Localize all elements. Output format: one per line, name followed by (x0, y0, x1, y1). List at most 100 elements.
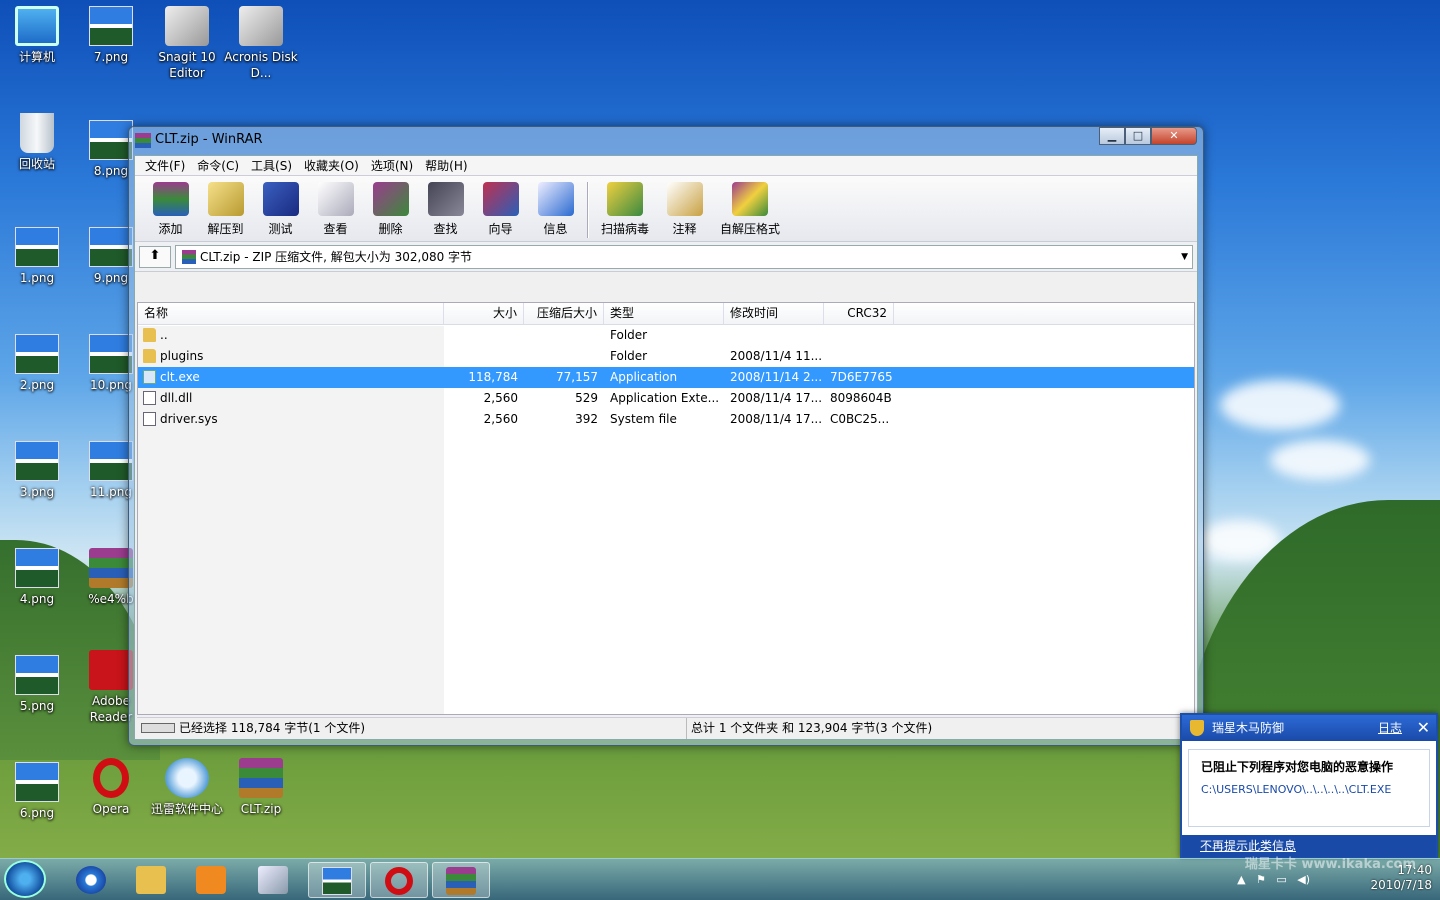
watermark: 瑞星卡卡 www.ikaka.com (1244, 857, 1416, 872)
desktop-icon[interactable]: 5.png (0, 655, 74, 714)
snagit-taskbar-button[interactable] (244, 862, 302, 898)
menu-item[interactable]: 文件(F) (139, 157, 191, 174)
cell-name: clt.exe (160, 370, 200, 384)
add-icon (152, 182, 189, 216)
drive-icon (141, 723, 175, 733)
ie-taskbar-button[interactable] (62, 862, 120, 898)
toolbar-button-label: 测试 (268, 222, 293, 236)
cell-type: Folder (610, 328, 648, 342)
chevron-down-icon[interactable]: ▼ (1181, 246, 1188, 268)
desktop-icon-label: Acronis Disk D... (224, 50, 298, 80)
column-header-item[interactable]: 修改时间 (724, 303, 824, 324)
desktop-icon[interactable]: 2.png (0, 334, 74, 393)
winrar-window[interactable]: CLT.zip - WinRAR ▁ □ ✕ 文件(F) 命令(C) 工具(S) 收藏… (128, 126, 1204, 746)
desktop-icon[interactable]: 计算机 (0, 6, 74, 65)
winrar-taskbar-button[interactable] (432, 862, 490, 898)
desktop-icon[interactable]: 6.png (0, 762, 74, 821)
rar-icon (89, 548, 133, 588)
menu-item[interactable]: 工具(S) (245, 157, 298, 174)
desktop-icon[interactable]: Opera (74, 758, 148, 817)
toolbar-button[interactable]: 信息 (528, 180, 583, 241)
desktop-icon-label: 7.png (93, 50, 129, 64)
picture-icon (322, 867, 352, 895)
desktop-icon[interactable]: 回收站 (0, 113, 74, 172)
column-header-item[interactable]: 大小 (444, 303, 524, 324)
desktop-icon[interactable]: 4.png (0, 548, 74, 607)
column-header-item[interactable]: CRC32 (824, 303, 894, 324)
column-header-item[interactable]: 压缩后大小 (524, 303, 604, 324)
menu-item[interactable]: 命令(C) (191, 157, 245, 174)
png-icon (15, 441, 59, 481)
file-list[interactable]: 名称 大小 压缩后大小 类型 修改时间 CRC32 .. Folder plugins Fold… (137, 302, 1195, 715)
test-icon (262, 182, 299, 216)
opera-taskbar-button[interactable] (370, 862, 428, 898)
file-row[interactable]: .. Folder (138, 325, 1194, 346)
winrar-icon (135, 133, 151, 148)
toolbar-button[interactable]: 注释 (657, 180, 712, 241)
status-selected: 已经选择 118,784 字节(1 个文件) (179, 721, 366, 735)
file-row[interactable]: driver.sys 2,560 392 System file 2008/11/4 1… (138, 409, 1194, 430)
menu-item[interactable]: 选项(N) (365, 157, 419, 174)
toolbar-button-label: 删除 (378, 222, 403, 236)
desktop-icon[interactable]: Snagit 10 Editor (150, 6, 224, 81)
toolbar-button[interactable]: 自解压格式 (712, 180, 788, 241)
desktop-icon-label: 4.png (19, 592, 55, 606)
toolbar-button[interactable]: 添加 (143, 180, 198, 241)
toolbar-button[interactable]: 测试 (253, 180, 308, 241)
address-box[interactable]: CLT.zip - ZIP 压缩文件, 解包大小为 302,080 字节 ▼ (175, 244, 1193, 269)
toolbar-button[interactable]: 扫描病毒 (593, 180, 657, 241)
folder-icon (143, 349, 156, 363)
archive-icon (182, 249, 196, 264)
desktop-icon-label: CLT.zip (240, 802, 282, 816)
toolbar-button[interactable]: 解压到 (198, 180, 253, 241)
maximize-button[interactable]: □ (1125, 127, 1151, 145)
file-row[interactable]: plugins Folder 2008/11/4 11... (138, 346, 1194, 367)
column-header-item[interactable]: 类型 (604, 303, 724, 324)
cell-modified: 2008/11/4 11... (730, 349, 823, 363)
start-button[interactable] (4, 860, 46, 898)
status-total: 总计 1 个文件夹 和 123,904 字节(3 个文件) (691, 721, 933, 735)
toolbar-button[interactable]: 查找 (418, 180, 473, 241)
taskbar: ▲ ⚑ ▭ ◀) 17:40 2010/7/18 瑞星卡卡 www.ikaka.… (0, 857, 1440, 900)
minimize-button[interactable]: ▁ (1099, 127, 1125, 145)
cell-size: 2,560 (483, 412, 518, 426)
png-icon (89, 120, 133, 160)
column-header-item[interactable]: 名称 (138, 303, 444, 324)
cell-name: dll.dll (160, 391, 193, 405)
tray-icons[interactable]: ▲ ⚑ ▭ ◀) (1237, 873, 1310, 886)
window-client: 文件(F) 命令(C) 工具(S) 收藏夹(O) 选项(N) 帮助(H) 添加 解压到 测试 查… (134, 155, 1198, 740)
png-icon (15, 762, 59, 802)
desktop-icon[interactable]: 3.png (0, 441, 74, 500)
picture-viewer-taskbar-button[interactable] (308, 862, 366, 898)
title-bar[interactable]: CLT.zip - WinRAR ▁ □ ✕ (129, 127, 1203, 155)
desktop-icon[interactable]: 1.png (0, 227, 74, 286)
desktop-icon[interactable]: 迅雷软件中心 (150, 758, 224, 817)
snagit-icon (258, 866, 288, 894)
app-icon (239, 6, 283, 46)
toolbar-button[interactable]: 删除 (363, 180, 418, 241)
popup-title: 瑞星木马防御 (1212, 721, 1285, 735)
media-player-taskbar-button[interactable] (182, 862, 240, 898)
app-icon (165, 6, 209, 46)
toolbar-button-label: 扫描病毒 (600, 222, 649, 236)
desktop-icon[interactable]: CLT.zip (224, 758, 298, 817)
png-icon (15, 227, 59, 267)
find-icon (427, 182, 464, 216)
menu-item[interactable]: 收藏夹(O) (298, 157, 365, 174)
explorer-taskbar-button[interactable] (122, 862, 180, 898)
cell-crc: 8098604B (830, 391, 892, 405)
toolbar-button[interactable]: 向导 (473, 180, 528, 241)
desktop-icon[interactable]: Acronis Disk D... (224, 6, 298, 81)
file-row[interactable]: clt.exe 118,784 77,157 Application 2008/11/1… (138, 367, 1194, 388)
close-button[interactable]: ✕ (1151, 127, 1197, 145)
file-row[interactable]: dll.dll 2,560 529 Application Exte... 2008/1… (138, 388, 1194, 409)
media-player-icon (196, 866, 226, 894)
extract-icon (207, 182, 244, 216)
bin-icon (20, 113, 54, 153)
toolbar-button[interactable]: 查看 (308, 180, 363, 241)
desktop-icon[interactable]: 7.png (74, 6, 148, 65)
menu-item[interactable]: 帮助(H) (419, 157, 473, 174)
up-folder-button[interactable]: ⬆ (139, 245, 171, 268)
log-link[interactable]: 日志 (1378, 715, 1402, 741)
popup-close-button[interactable]: ✕ (1417, 715, 1430, 741)
